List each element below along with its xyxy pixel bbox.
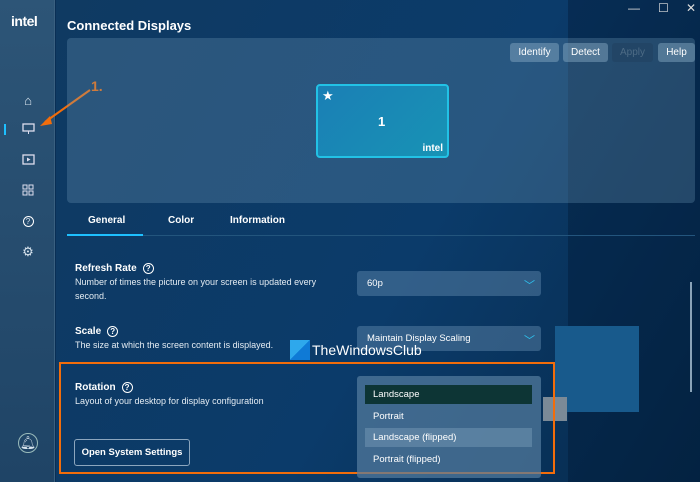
decorative-square (555, 326, 639, 412)
detect-button[interactable]: Detect (563, 43, 608, 62)
maximize-button[interactable]: ☐ (658, 1, 669, 15)
scale-heading: Scale? (75, 326, 119, 338)
chevron-down-icon: ﹀ (524, 335, 535, 347)
refresh-rate-dropdown[interactable]: 60p ﹀ (357, 271, 541, 296)
help-icon[interactable]: ? (121, 382, 133, 393)
tab-selected-indicator (67, 234, 143, 236)
tab-color[interactable]: Color (168, 215, 194, 226)
display-number: 1 (378, 114, 386, 129)
refresh-rate-heading: Refresh Rate? (75, 263, 154, 274)
tab-divider (67, 235, 695, 236)
watermark: TheWindowsClub (290, 340, 422, 360)
display-brand: intel (422, 143, 443, 154)
rotation-option-portrait-flipped[interactable]: Portrait (flipped) (365, 450, 532, 469)
watermark-logo-icon (290, 340, 310, 360)
rotation-description: Layout of your desktop for display confi… (75, 396, 264, 406)
scale-description: The size at which the screen content is … (75, 340, 274, 350)
chevron-down-icon: ﹀ (524, 280, 535, 292)
refresh-rate-title: Refresh Rate (75, 263, 137, 275)
display-tile[interactable]: ★ 1 intel (316, 84, 449, 158)
apps-grid-icon[interactable] (18, 180, 38, 200)
tab-information[interactable]: Information (230, 215, 285, 226)
tab-general[interactable]: General (88, 215, 125, 226)
scrollbar[interactable] (690, 282, 692, 392)
open-system-settings-button[interactable]: Open System Settings (74, 439, 190, 466)
rotation-option-landscape[interactable]: Landscape (365, 385, 532, 404)
apply-button[interactable]: Apply (612, 43, 653, 62)
refresh-rate-value: 60p (367, 278, 383, 289)
rotation-option-landscape-flipped[interactable]: Landscape (flipped) (365, 428, 532, 447)
refresh-rate-description: Number of times the picture on your scre… (75, 277, 317, 301)
close-button[interactable]: ✕ (686, 1, 696, 15)
help-icon[interactable]: ? (142, 263, 154, 274)
settings-gear-icon[interactable]: ⚙ (18, 242, 38, 262)
help-icon[interactable]: ? (107, 326, 119, 337)
bell-icon[interactable]: 🔔︎ (18, 433, 38, 453)
page-title: Connected Displays (67, 18, 192, 33)
rotation-dropdown-list[interactable]: Landscape Portrait Landscape (flipped) P… (357, 376, 541, 478)
rotation-title: Rotation (75, 382, 116, 394)
help-button[interactable]: Help (658, 43, 695, 62)
help-icon[interactable]: ? (18, 211, 38, 231)
minimize-button[interactable]: — (628, 1, 640, 15)
scale-title: Scale (75, 326, 102, 338)
video-icon[interactable] (18, 149, 38, 169)
identify-button[interactable]: Identify (510, 43, 559, 62)
star-icon: ★ (322, 88, 334, 103)
watermark-text: TheWindowsClub (312, 342, 422, 358)
rotation-heading: Rotation? (75, 382, 133, 393)
rotation-option-portrait[interactable]: Portrait (365, 407, 532, 426)
